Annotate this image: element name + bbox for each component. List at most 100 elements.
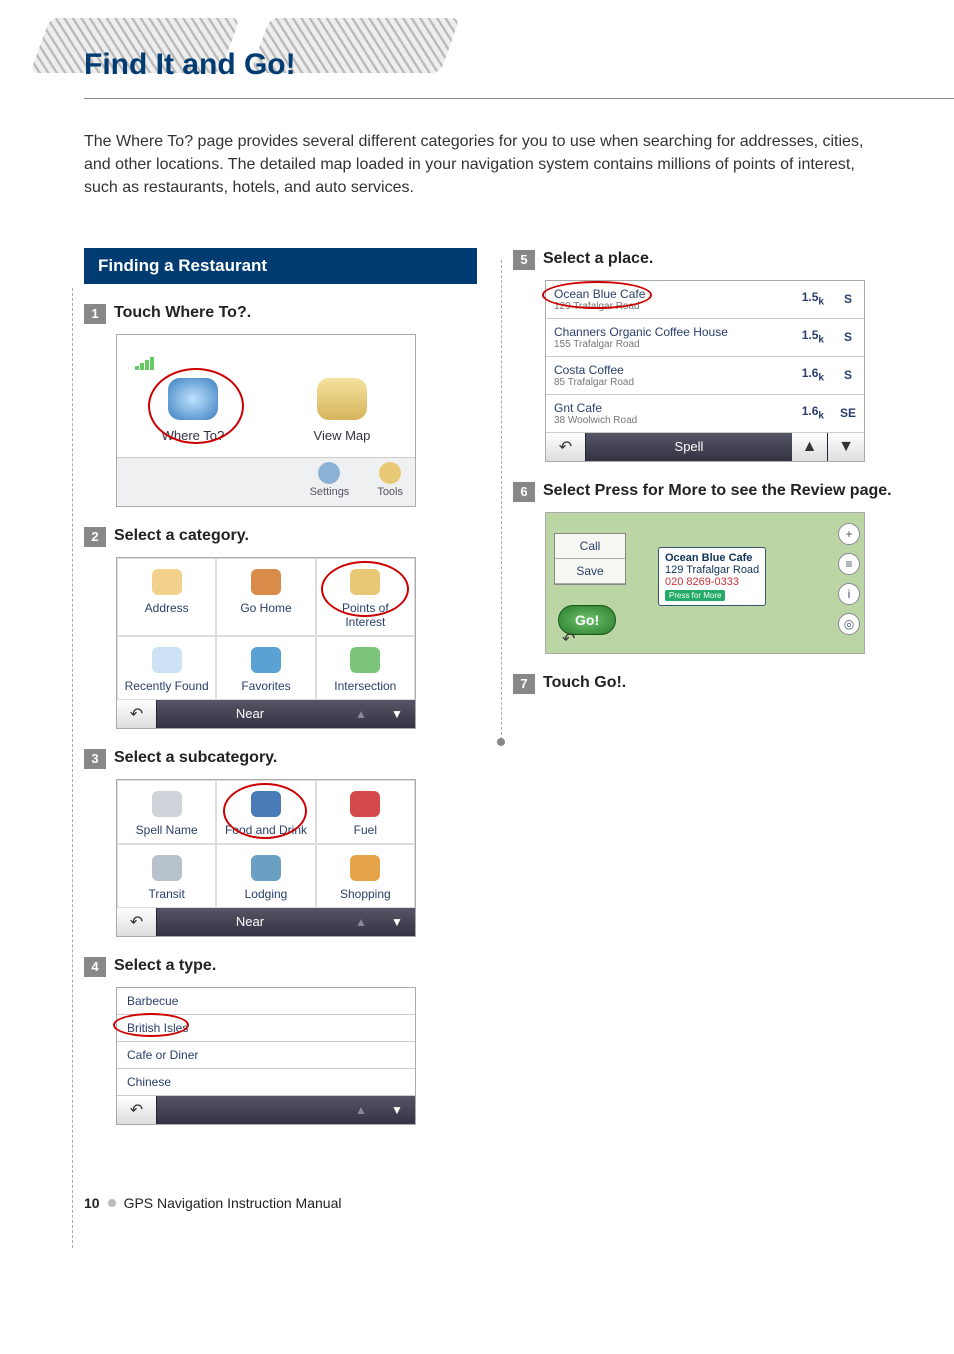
result-row[interactable]: Gnt Cafe38 Woolwich Road 1.6k SE <box>546 394 864 432</box>
subcat-food[interactable]: Food and Drink <box>216 780 315 844</box>
category-intersection[interactable]: Intersection <box>316 636 415 700</box>
subcat-shopping[interactable]: Shopping <box>316 844 415 908</box>
step-text: Select a type. <box>114 955 216 977</box>
save-button[interactable]: Save <box>555 559 625 584</box>
device-screenshot: Where To? View Map Settings Tools <box>116 334 416 507</box>
page-title: Find It and Go! <box>84 48 296 82</box>
address-icon <box>152 569 182 595</box>
call-button[interactable]: Call <box>555 534 625 559</box>
left-column: Finding a Restaurant 1 Touch Where To?. … <box>84 248 477 1135</box>
device-screenshot: Address Go Home Points of Interest Recen… <box>116 557 416 729</box>
step: 7 Touch Go!. <box>513 672 906 694</box>
page-footer: 10 GPS Navigation Instruction Manual <box>84 1195 906 1211</box>
subcat-spell[interactable]: Spell Name <box>117 780 216 844</box>
category-poi[interactable]: Points of Interest <box>316 558 415 636</box>
bag-icon <box>350 855 380 881</box>
down-button[interactable]: ▼ <box>379 1103 415 1117</box>
timeline-line <box>72 288 73 1248</box>
page-number: 10 <box>84 1195 100 1211</box>
label: View Map <box>314 428 371 443</box>
signal-icon <box>135 357 154 370</box>
manual-page: Find It and Go! The Where To? page provi… <box>0 0 954 1241</box>
plane-icon <box>152 855 182 881</box>
star-icon <box>251 647 281 673</box>
type-row[interactable]: Chinese <box>117 1069 415 1096</box>
up-button[interactable]: ▲ <box>343 1103 379 1117</box>
step: 5 Select a place. <box>513 248 906 270</box>
layers-icon[interactable]: ≡ <box>838 553 860 575</box>
step-number: 2 <box>84 527 106 547</box>
result-row[interactable]: Costa Coffee85 Trafalgar Road 1.6k S <box>546 356 864 394</box>
category-favorites[interactable]: Favorites <box>216 636 315 700</box>
settings-button[interactable]: Settings <box>310 462 350 498</box>
down-button[interactable]: ▼ <box>379 707 415 721</box>
subcat-transit[interactable]: Transit <box>117 844 216 908</box>
type-row[interactable]: British Isles <box>117 1015 415 1042</box>
step-text: Select Press for More to see the Review … <box>543 480 892 502</box>
step-number: 6 <box>513 482 535 502</box>
back-button[interactable]: ↶ <box>117 700 157 728</box>
map-icon <box>317 378 367 420</box>
step-text: Select a subcategory. <box>114 747 277 769</box>
view-map-button[interactable]: View Map <box>314 378 371 443</box>
bed-icon <box>251 855 281 881</box>
near-button[interactable]: Near <box>157 706 343 721</box>
toolbox-icon <box>379 462 401 484</box>
result-row[interactable]: Channers Organic Coffee House155 Trafalg… <box>546 318 864 356</box>
step-number: 1 <box>84 304 106 324</box>
intro-paragraph: The Where To? page provides several diff… <box>84 130 884 200</box>
category-go-home[interactable]: Go Home <box>216 558 315 636</box>
spell-button[interactable]: Spell <box>586 439 792 454</box>
down-button[interactable]: ▼ <box>828 433 864 461</box>
press-for-more[interactable]: Press for More <box>665 590 725 601</box>
type-row[interactable]: Cafe or Diner <box>117 1042 415 1069</box>
step-number: 4 <box>84 957 106 977</box>
pump-icon <box>350 791 380 817</box>
section-title: Finding a Restaurant <box>84 248 477 284</box>
back-button[interactable]: ↶ <box>562 629 575 649</box>
category-recent[interactable]: Recently Found <box>117 636 216 700</box>
cross-icon <box>350 647 380 673</box>
place-callout[interactable]: Ocean Blue Cafe 129 Trafalgar Road 020 8… <box>658 547 766 606</box>
right-column: 5 Select a place. Ocean Blue Cafe129 Tra… <box>513 248 906 702</box>
step-number: 7 <box>513 674 535 694</box>
where-to-button[interactable]: Where To? <box>162 378 225 443</box>
zoom-in-icon[interactable]: + <box>838 523 860 545</box>
back-button[interactable]: ↶ <box>117 908 157 936</box>
back-button[interactable]: ↶ <box>546 433 586 461</box>
divider <box>84 98 954 99</box>
step-number: 5 <box>513 250 535 270</box>
up-button[interactable]: ▲ <box>343 915 379 929</box>
tools-button[interactable]: Tools <box>377 462 403 498</box>
step: 4 Select a type. <box>84 955 477 977</box>
step-number: 3 <box>84 749 106 769</box>
dot-icon <box>108 1199 116 1207</box>
info-icon[interactable]: i <box>838 583 860 605</box>
step-text: Touch Where To?. <box>114 302 251 324</box>
step: 6 Select Press for More to see the Revie… <box>513 480 906 502</box>
result-row[interactable]: Ocean Blue Cafe129 Trafalgar Road 1.5k S <box>546 281 864 319</box>
map-view[interactable]: Call Save Go! ↶ Ocean Blue Cafe 129 Traf… <box>546 513 864 653</box>
locate-icon[interactable]: ◎ <box>838 613 860 635</box>
up-button[interactable]: ▲ <box>792 433 828 461</box>
house-icon <box>251 569 281 595</box>
subcat-fuel[interactable]: Fuel <box>316 780 415 844</box>
device-screenshot: Ocean Blue Cafe129 Trafalgar Road 1.5k S… <box>545 280 865 462</box>
doc-title: GPS Navigation Instruction Manual <box>124 1195 342 1211</box>
back-button[interactable]: ↶ <box>117 1096 157 1124</box>
step-text: Select a place. <box>543 248 653 270</box>
step: 2 Select a category. <box>84 525 477 547</box>
subcat-lodging[interactable]: Lodging <box>216 844 315 908</box>
type-row[interactable]: Barbecue <box>117 988 415 1015</box>
near-button[interactable]: Near <box>157 914 343 929</box>
keyboard-icon <box>152 791 182 817</box>
device-screenshot: Barbecue British Isles Cafe or Diner Chi… <box>116 987 416 1125</box>
up-button[interactable]: ▲ <box>343 707 379 721</box>
timeline-end-icon <box>497 738 505 746</box>
down-button[interactable]: ▼ <box>379 915 415 929</box>
clock-icon <box>152 647 182 673</box>
step-text: Touch Go!. <box>543 672 626 694</box>
action-panel: Call Save <box>554 533 626 585</box>
magnifier-icon <box>168 378 218 420</box>
category-address[interactable]: Address <box>117 558 216 636</box>
